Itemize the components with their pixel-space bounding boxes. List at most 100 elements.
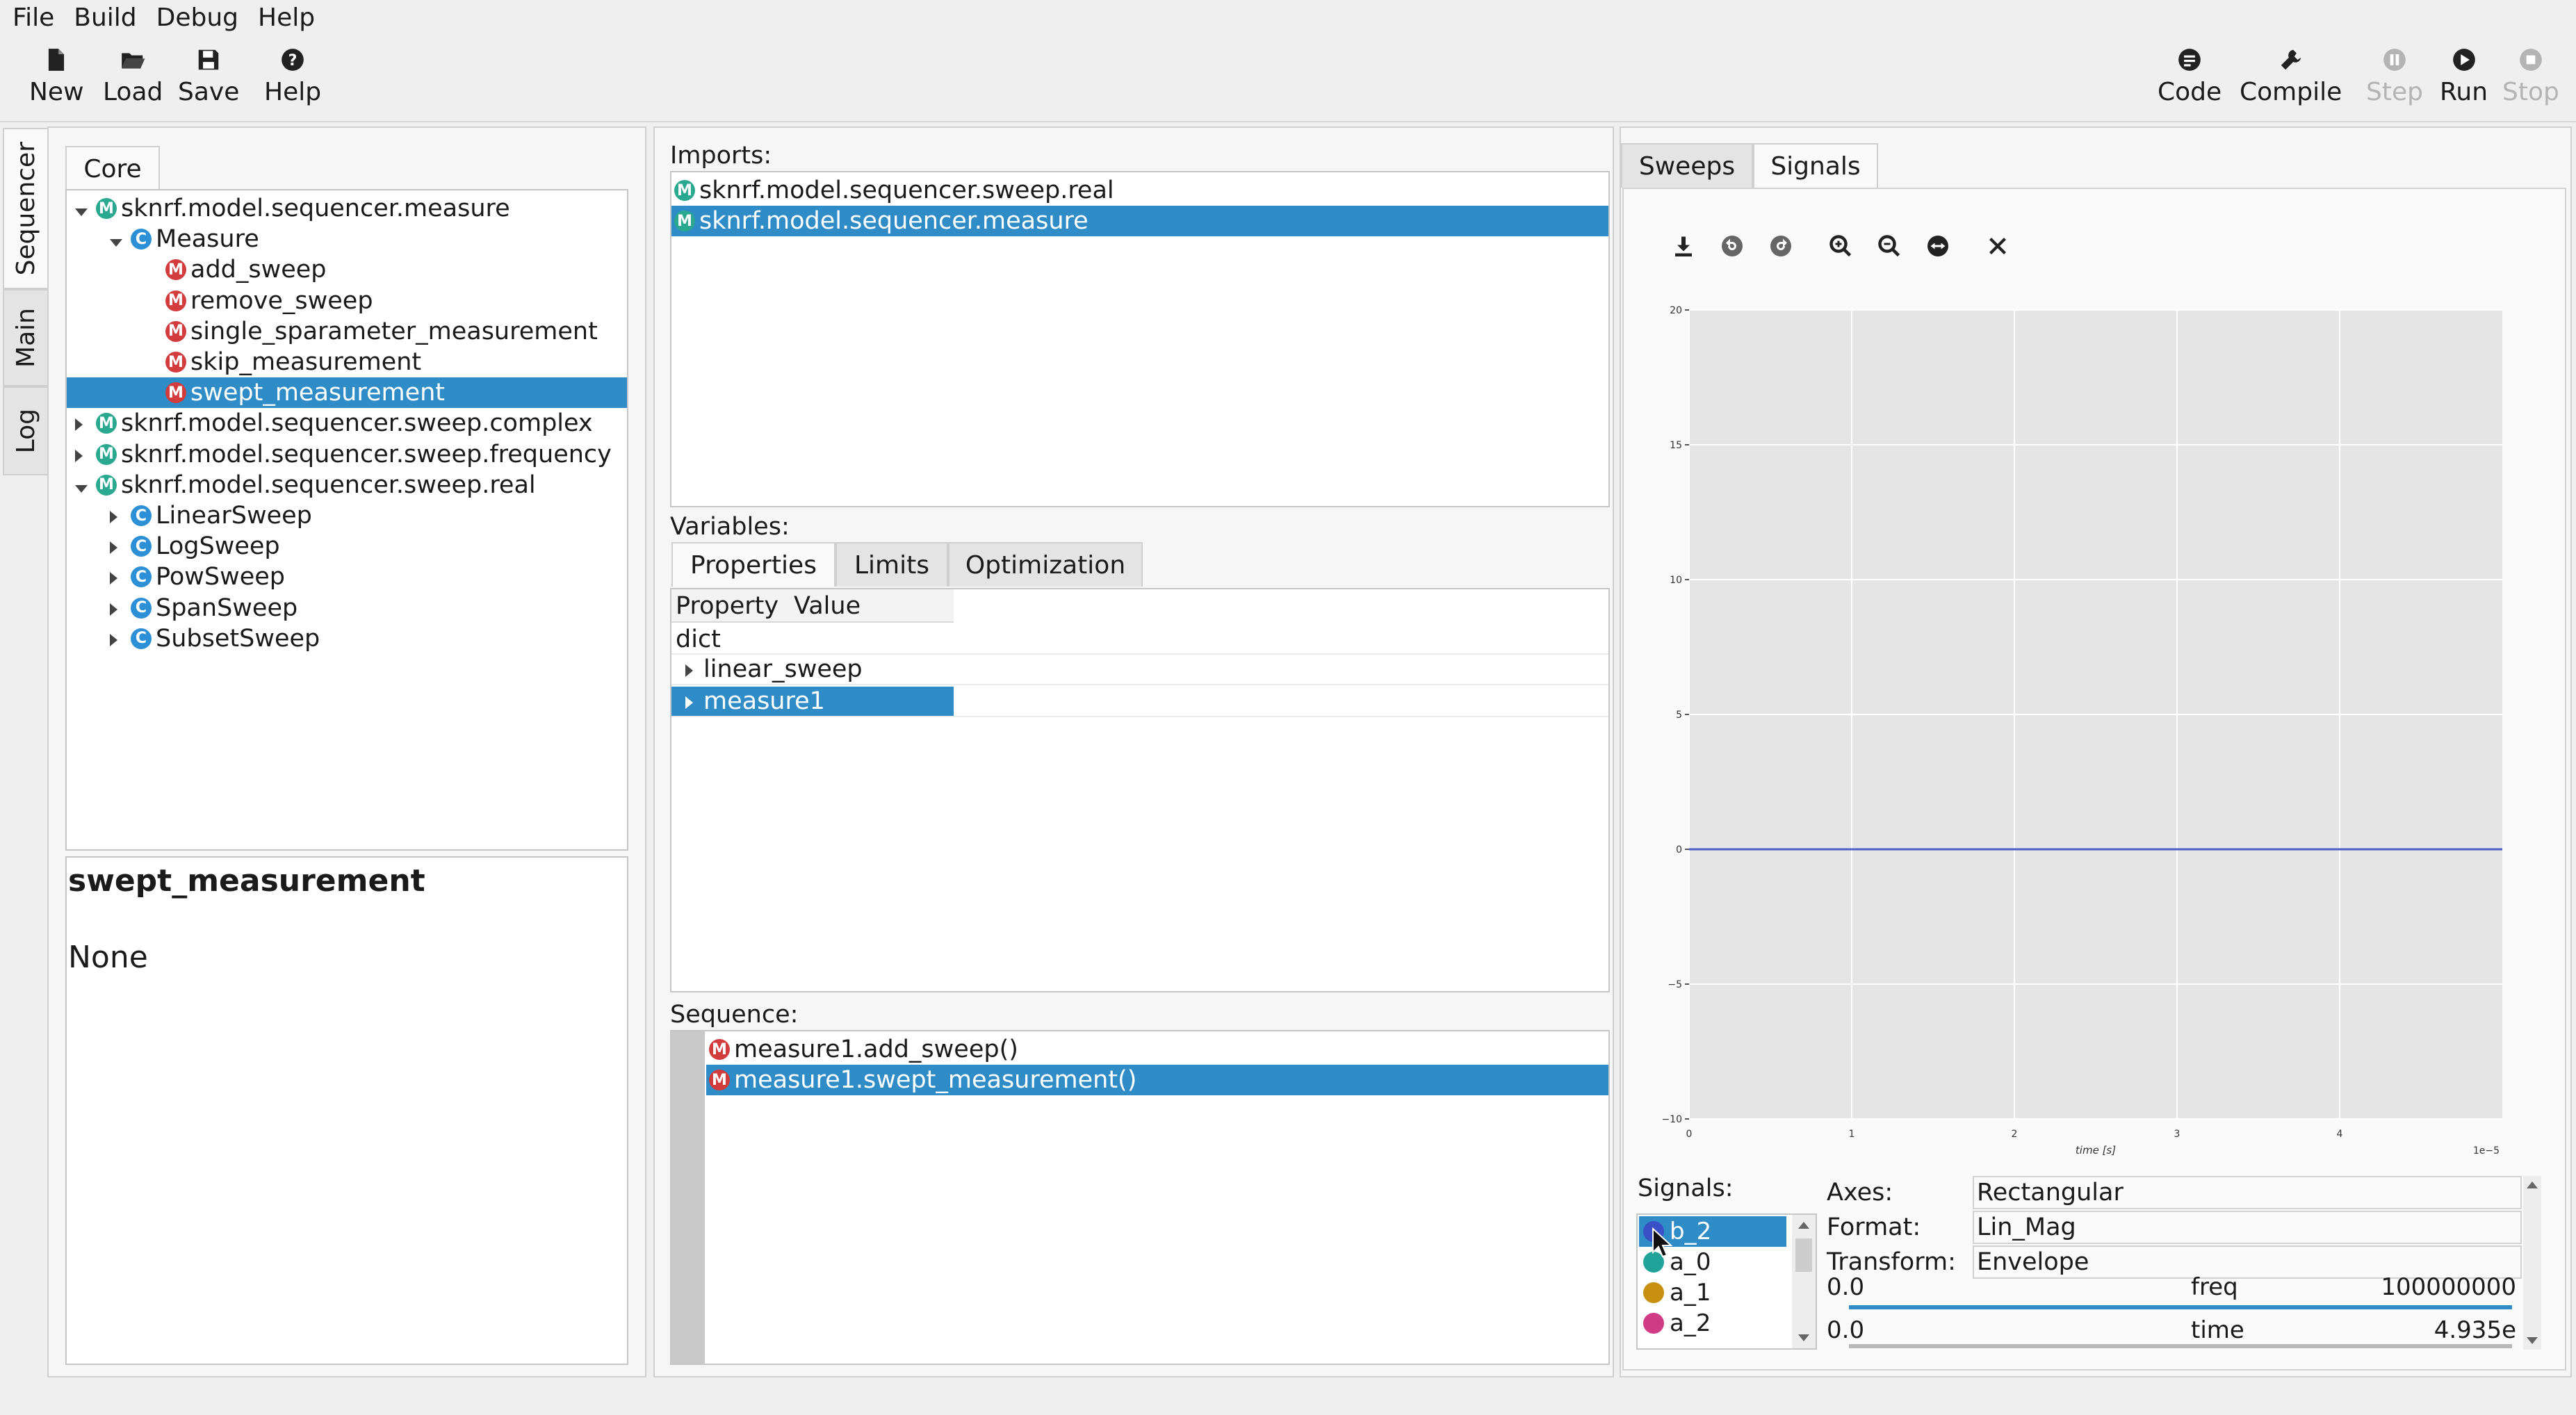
- table-row[interactable]: dict: [671, 623, 1608, 655]
- doc-panel: swept_measurement None: [65, 856, 628, 1365]
- pan-icon[interactable]: [1925, 234, 1950, 265]
- chevron-down-icon[interactable]: [75, 195, 96, 222]
- sequence-item-label: measure1.add_sweep(): [734, 1036, 1018, 1063]
- tab-log[interactable]: Log: [3, 386, 49, 475]
- menu-help[interactable]: Help: [258, 3, 315, 32]
- tab-core[interactable]: Core: [65, 146, 160, 190]
- list-item[interactable]: Msknrf.model.sequencer.measure: [671, 206, 1608, 236]
- time-slider[interactable]: [1849, 1344, 2512, 1348]
- download-icon[interactable]: [1671, 234, 1696, 265]
- list-item[interactable]: Mmeasure1.swept_measurement(): [706, 1065, 1608, 1095]
- tree-item[interactable]: Mswept_measurement: [67, 377, 627, 409]
- tree-item-label: LogSweep: [156, 532, 280, 561]
- tab-main[interactable]: Main: [3, 289, 49, 386]
- chevron-right-icon[interactable]: [75, 409, 96, 437]
- compile-button[interactable]: Compile: [2240, 39, 2342, 106]
- menu-file[interactable]: File: [13, 3, 54, 32]
- menu-build[interactable]: Build: [74, 3, 136, 32]
- tree-item[interactable]: Madd_sweep: [67, 254, 627, 285]
- table-row[interactable]: linear_sweep: [671, 655, 1608, 685]
- new-button[interactable]: New: [29, 39, 84, 106]
- chevron-right-icon[interactable]: [110, 563, 131, 591]
- tab-limits[interactable]: Limits: [835, 542, 948, 587]
- undo-icon[interactable]: [1720, 234, 1745, 265]
- properties-scrollbar[interactable]: [2523, 1176, 2541, 1350]
- core-tree[interactable]: Msknrf.model.sequencer.measure C Measure Ma…: [65, 189, 628, 851]
- menu-debug[interactable]: Debug: [156, 3, 238, 32]
- tree-item[interactable]: C LogSweep: [67, 531, 627, 562]
- x-tick-label: 2: [2012, 1129, 2018, 1140]
- x-axis-label: time [s]: [2076, 1144, 2116, 1156]
- signals-scrollbar[interactable]: [1792, 1215, 1816, 1348]
- run-button[interactable]: Run: [2440, 39, 2488, 106]
- tree-item[interactable]: Msknrf.model.sequencer.sweep.frequency: [67, 439, 627, 470]
- scroll-up-icon[interactable]: [2527, 1181, 2538, 1188]
- tree-item[interactable]: C LinearSweep: [67, 500, 627, 531]
- help-icon: ?: [264, 39, 321, 78]
- format-field[interactable]: Lin_Mag: [1973, 1211, 2522, 1244]
- chevron-right-icon[interactable]: [110, 502, 131, 530]
- list-item[interactable]: Msknrf.model.sequencer.sweep.real: [671, 175, 1608, 206]
- dict-root-label: dict: [676, 625, 721, 653]
- tree-item[interactable]: Msknrf.model.sequencer.sweep.complex: [67, 408, 627, 439]
- signal-color-icon: [1643, 1282, 1664, 1303]
- chevron-right-icon[interactable]: [110, 625, 131, 653]
- signal-item[interactable]: a_2: [1639, 1308, 1786, 1339]
- property-cell[interactable]: linear_sweep: [671, 655, 954, 684]
- tree-item[interactable]: Msknrf.model.sequencer.sweep.real: [67, 470, 627, 500]
- redo-icon[interactable]: [1768, 234, 1793, 265]
- tree-item[interactable]: Mskip_measurement: [67, 347, 627, 377]
- property-cell[interactable]: measure1: [671, 687, 954, 716]
- code-button[interactable]: Code: [2158, 39, 2222, 106]
- folder-open-icon: [103, 39, 163, 78]
- chevron-down-icon[interactable]: [75, 471, 96, 499]
- tree-item[interactable]: C SpanSweep: [67, 593, 627, 623]
- method-icon: M: [165, 259, 186, 281]
- tree-item-label: add_sweep: [190, 256, 327, 284]
- chevron-right-icon[interactable]: [685, 655, 703, 683]
- save-button[interactable]: Save: [178, 39, 239, 106]
- chevron-right-icon[interactable]: [110, 532, 131, 560]
- help-button[interactable]: ? Help: [264, 39, 321, 106]
- header-value[interactable]: Value: [794, 592, 861, 620]
- tab-sequencer[interactable]: Sequencer: [3, 128, 49, 289]
- tab-signals[interactable]: Signals: [1753, 143, 1878, 188]
- arrow: [110, 633, 117, 646]
- tree-item-label: SpanSweep: [156, 594, 298, 622]
- chevron-right-icon[interactable]: [110, 594, 131, 622]
- scroll-down-icon[interactable]: [2527, 1337, 2538, 1344]
- header-property[interactable]: Property: [676, 592, 778, 620]
- tree-item[interactable]: C PowSweep: [67, 562, 627, 592]
- tab-properties[interactable]: Properties: [671, 542, 835, 587]
- freq-slider[interactable]: [1849, 1305, 2512, 1309]
- tree-item[interactable]: Mremove_sweep: [67, 286, 627, 316]
- tree-item[interactable]: Msingle_sparameter_measurement: [67, 316, 627, 347]
- y-tick-label: 5: [1676, 710, 1682, 721]
- tab-optimization[interactable]: Optimization: [948, 542, 1143, 587]
- axes-field[interactable]: Rectangular: [1973, 1176, 2522, 1209]
- tree-item[interactable]: Msknrf.model.sequencer.measure: [67, 193, 627, 224]
- chevron-down-icon[interactable]: [110, 225, 131, 253]
- sequence-list[interactable]: Mmeasure1.add_sweep() Mmeasure1.swept_mea…: [670, 1030, 1610, 1365]
- stop-button[interactable]: Stop: [2502, 39, 2559, 106]
- zoom-out-icon[interactable]: [1877, 234, 1902, 265]
- scroll-up-icon[interactable]: [1798, 1222, 1809, 1229]
- clear-icon[interactable]: [1985, 234, 2010, 265]
- list-item[interactable]: Mmeasure1.add_sweep(): [706, 1034, 1608, 1065]
- transform-label: Transform:: [1827, 1248, 1956, 1276]
- scroll-down-icon[interactable]: [1798, 1334, 1809, 1341]
- table-row[interactable]: measure1: [671, 687, 1608, 717]
- imports-list[interactable]: Msknrf.model.sequencer.sweep.real Msknrf.…: [670, 171, 1610, 507]
- chevron-right-icon[interactable]: [685, 687, 703, 715]
- chevron-right-icon[interactable]: [75, 441, 96, 468]
- tree-item[interactable]: C Measure: [67, 224, 627, 254]
- signal-item[interactable]: a_1: [1639, 1277, 1786, 1308]
- step-button[interactable]: Step: [2366, 39, 2423, 106]
- load-button[interactable]: Load: [103, 39, 163, 106]
- stop-icon: [2502, 39, 2559, 78]
- tree-item[interactable]: C SubsetSweep: [67, 623, 627, 654]
- signal-plot[interactable]: 0 1 2 3 4 −10 −5 0 5 10 15 20 time [s] 1e−5: [1633, 292, 2523, 1161]
- zoom-in-icon[interactable]: [1828, 234, 1853, 265]
- tab-sweeps[interactable]: Sweeps: [1621, 143, 1753, 188]
- scroll-thumb[interactable]: [1795, 1238, 1812, 1272]
